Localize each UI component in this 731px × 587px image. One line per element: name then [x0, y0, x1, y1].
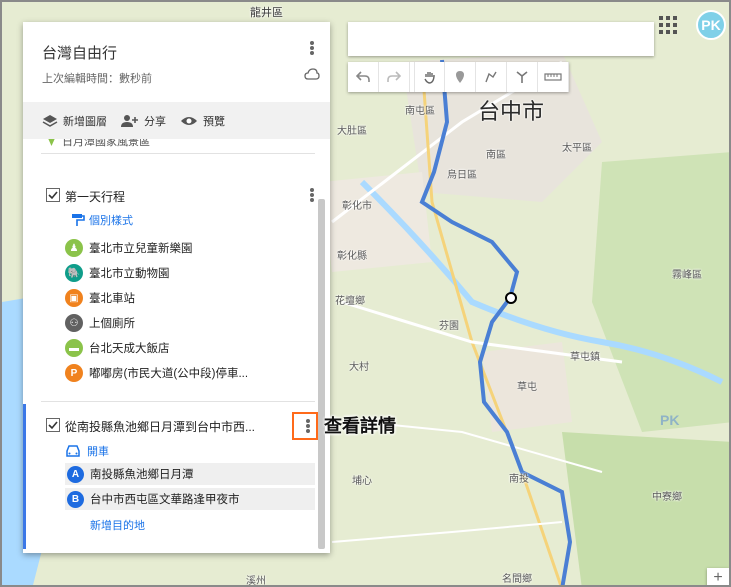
- style-link-label: 個別樣式: [89, 215, 133, 227]
- map-options-kebab-icon[interactable]: [304, 39, 320, 57]
- hand-icon[interactable]: [414, 62, 445, 92]
- avatar[interactable]: PK: [696, 10, 726, 40]
- travel-mode-selector[interactable]: 開車: [65, 443, 109, 459]
- map-label: 霧峰區: [672, 270, 702, 281]
- divider: [41, 153, 315, 154]
- add-layer-button[interactable]: 新增圖層: [42, 113, 107, 129]
- hill-area: [592, 152, 729, 432]
- hill-area: [562, 432, 729, 585]
- highlight-box: [292, 412, 318, 440]
- destination-badge: A: [67, 465, 84, 483]
- screen-frame: 龍井區 南屯區 台中市 大肚區 南區 太平區 烏日區 彰化市 彰化縣 霧峰區 花…: [0, 0, 731, 587]
- panel-header: 台灣自由行 上次編輯時間：數秒前: [23, 22, 330, 102]
- place-label: 臺北車站: [89, 293, 135, 305]
- layer-checkbox[interactable]: [46, 188, 60, 202]
- destination-label: 台中市西屯區文華路逢甲夜市: [90, 494, 240, 506]
- add-layer-label: 新增圖層: [63, 115, 107, 128]
- map-label: 太平區: [562, 143, 592, 154]
- map-label: 名間鄉: [502, 574, 532, 585]
- directions-icon[interactable]: [507, 62, 538, 92]
- car-icon: [66, 444, 80, 457]
- last-edit-status: 上次編輯時間：數秒前: [42, 73, 152, 85]
- map-label: 埔心: [352, 476, 372, 487]
- redo-icon[interactable]: [379, 62, 410, 92]
- place-item[interactable]: ⚇ 上個廁所: [65, 314, 135, 332]
- place-label: 嘟嘟房(市民大道(公中段)停車...: [89, 368, 249, 380]
- place-label: 上個廁所: [89, 318, 135, 330]
- layer-options-kebab-icon[interactable]: [304, 186, 320, 204]
- layer-title[interactable]: 第一天行程: [65, 188, 125, 205]
- map-toolbar: [348, 62, 569, 92]
- map-label: 草屯: [517, 382, 537, 393]
- undo-icon[interactable]: [348, 62, 379, 92]
- share-label: 分享: [144, 115, 166, 128]
- restroom-icon: ⚇: [65, 314, 83, 332]
- place-label: 台北天成大飯店: [89, 343, 170, 355]
- individual-style-link[interactable]: 個別樣式: [71, 212, 133, 228]
- place-item[interactable]: 🐘 臺北市立動物園: [65, 264, 170, 282]
- hotel-bed-icon: ▬: [65, 339, 83, 357]
- place-label: 臺北市立兒童新樂園: [89, 243, 193, 255]
- search-input[interactable]: [348, 22, 654, 56]
- map-label: 南投: [509, 474, 529, 485]
- map-label: 彰化市: [342, 201, 372, 212]
- eye-icon: [181, 116, 197, 125]
- map-label: 烏日區: [447, 170, 477, 181]
- layers-list: 日月潭國家風景區 第一天行程 個別樣式 ♟ 臺北市立兒童新樂園 🐘 臺北市立動物…: [23, 139, 330, 553]
- marker-icon[interactable]: [445, 62, 476, 92]
- zoo-animal-icon: 🐘: [65, 264, 83, 282]
- train-icon: ▣: [65, 289, 83, 307]
- destination-label: 南投縣魚池鄉日月潭: [90, 469, 194, 481]
- map-label: 芬園: [439, 321, 459, 332]
- layers-icon: [42, 114, 58, 127]
- place-label: 臺北市立動物園: [89, 268, 170, 280]
- callout-text: 查看詳情: [324, 416, 396, 437]
- destination-row[interactable]: A 南投縣魚池鄉日月潭: [65, 463, 315, 485]
- apps-grid-icon[interactable]: [659, 16, 677, 34]
- map-label: 南屯區: [405, 106, 435, 117]
- panel-actions: 新增圖層 分享 預覽: [23, 102, 330, 139]
- place-item[interactable]: P 嘟嘟房(市民大道(公中段)停車...: [65, 364, 248, 382]
- map-label: 大村: [349, 362, 369, 373]
- layer-checkbox[interactable]: [46, 418, 60, 432]
- paint-roller-icon: [72, 214, 85, 226]
- map-label: 中寮鄉: [652, 492, 682, 503]
- map-title[interactable]: 台灣自由行: [42, 42, 117, 63]
- layer-title[interactable]: 從南投縣魚池鄉日月潭到台中市西...: [65, 418, 255, 435]
- cloud-saved-icon: [304, 68, 320, 80]
- map-label: 草屯鎮: [570, 352, 600, 363]
- map-label: 花壇鄉: [335, 296, 365, 307]
- ruler-icon[interactable]: [538, 62, 569, 92]
- share-button[interactable]: 分享: [121, 113, 166, 129]
- watermark-text: PK: [660, 412, 680, 428]
- triangle-marker-icon: [48, 139, 55, 146]
- add-destination-link[interactable]: 新增目的地: [90, 517, 145, 533]
- active-layer-indicator: [23, 404, 26, 549]
- map-label: 溪州: [246, 576, 266, 587]
- zoom-in-button[interactable]: +: [707, 568, 729, 585]
- route-waypoint: [505, 292, 517, 304]
- map-label: 大肚區: [337, 126, 367, 137]
- travel-mode-label: 開車: [87, 446, 109, 458]
- map-label: 彰化縣: [337, 251, 367, 262]
- draw-line-icon[interactable]: [476, 62, 507, 92]
- preview-label: 預覽: [203, 115, 225, 128]
- place-item[interactable]: ▣ 臺北車站: [65, 289, 135, 307]
- scrollbar[interactable]: [318, 199, 325, 549]
- list-item[interactable]: 日月潭國家風景區: [47, 139, 150, 149]
- layers-panel: 台灣自由行 上次編輯時間：數秒前 新增圖層 分享 預覽 日月潭國家風景區 第一天…: [23, 22, 330, 553]
- place-item[interactable]: ▬ 台北天成大飯店: [65, 339, 170, 357]
- destination-badge: B: [67, 490, 84, 508]
- add-person-icon: [121, 114, 138, 127]
- place-label: 日月潭國家風景區: [62, 139, 150, 148]
- map-label: 龍井區: [250, 6, 283, 19]
- parking-icon: P: [65, 364, 83, 382]
- map-label: 南區: [486, 150, 506, 161]
- destination-row[interactable]: B 台中市西屯區文華路逢甲夜市: [65, 488, 315, 510]
- preview-button[interactable]: 預覽: [180, 113, 225, 129]
- place-item[interactable]: ♟ 臺北市立兒童新樂園: [65, 239, 193, 257]
- divider: [41, 401, 315, 402]
- city-label: 台中市: [478, 100, 545, 125]
- amusement-park-icon: ♟: [65, 239, 83, 257]
